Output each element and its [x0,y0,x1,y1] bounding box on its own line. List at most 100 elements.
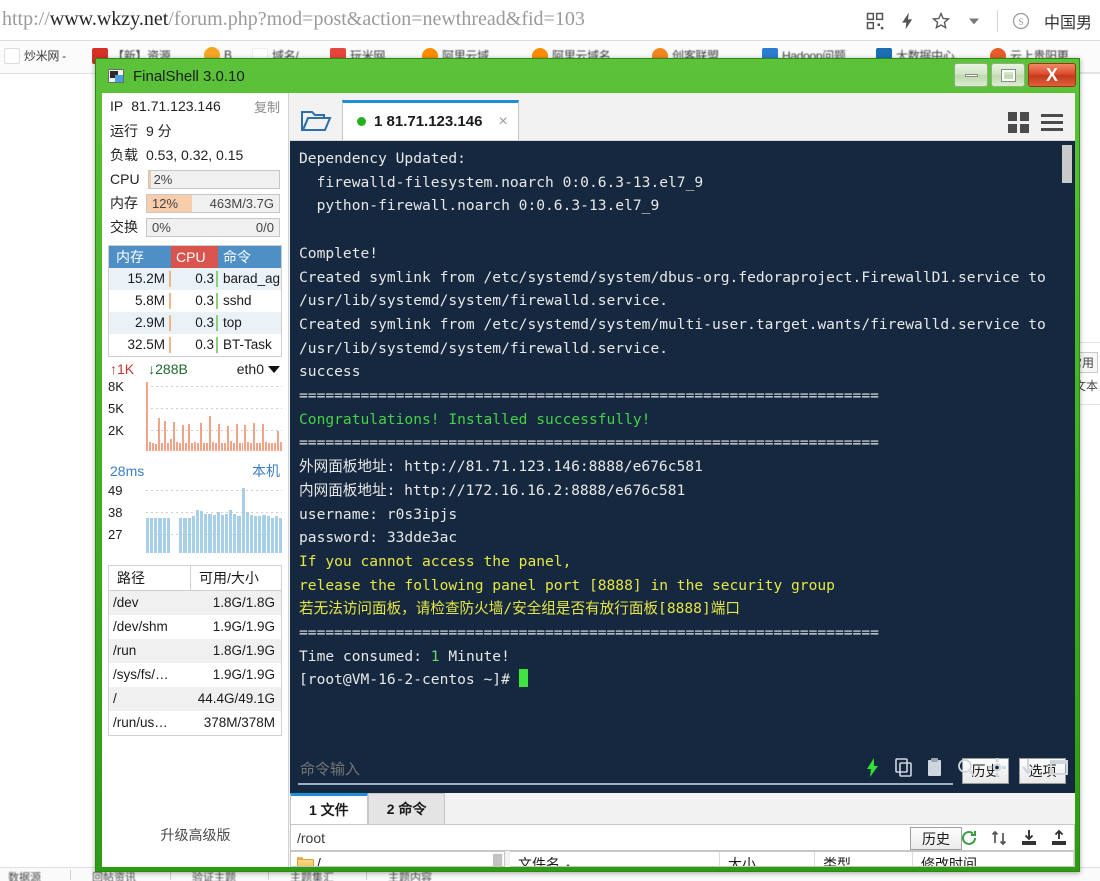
paste-icon[interactable] [925,757,945,778]
disk-table-header: 路径 可用/大小 [109,566,281,591]
cpu-label: CPU [110,171,140,187]
col-memory[interactable]: 内存 [109,246,171,268]
window-title-bar[interactable]: FinalShell 3.0.10 X [96,59,1081,93]
lightning-icon[interactable] [863,757,883,778]
table-row[interactable]: 2.9M 0.3 top [109,312,281,334]
maximize-button[interactable] [991,63,1025,87]
col-type[interactable]: 类型 [815,852,913,867]
gear-icon[interactable] [987,757,1007,778]
table-row[interactable]: /sys/fs/…1.9G/1.9G [109,663,281,687]
file-list[interactable]: 文件名 大小 类型 修改时间 .cache 文件夹 2018/03/15 22:… [510,851,1075,867]
tab-commands[interactable]: 2 命令 [368,793,446,824]
open-folder-button[interactable] [290,100,342,140]
cell-memory: 5.8M [109,290,171,312]
folder-icon [297,857,312,867]
search-icon[interactable] [956,757,976,778]
url-text[interactable]: http://www.wkzy.net/forum.php?mod=post&a… [2,8,585,31]
lat-chart-plot [146,485,282,553]
copy-icon[interactable] [894,757,914,778]
col-command[interactable]: 命令 [218,246,281,268]
refresh-icon[interactable] [960,829,978,847]
finalshell-window: FinalShell 3.0.10 X IP 81.71.123.146 复制 … [95,58,1080,872]
table-row[interactable]: /44.4G/49.1G [109,687,281,711]
col-free-total[interactable]: 可用/大小 [191,566,281,590]
load-label: 负载 [110,145,138,165]
upload-icon[interactable] [1050,829,1068,847]
download-icon[interactable] [1018,757,1038,778]
minimize-icon [965,74,978,77]
terminal-area: 1 81.71.123.146 × Dependency Updated: fi… [290,93,1075,867]
cpu-meter-text: 2% [154,171,173,188]
connected-status-icon [357,117,366,126]
qr-code-icon[interactable] [865,11,885,31]
directory-tree[interactable]: / bin [290,851,505,867]
copy-ip-button[interactable]: 复制 [254,97,280,116]
table-row[interactable]: /dev/shm1.9G/1.9G [109,615,281,639]
latency-host-label[interactable]: 本机 [252,461,280,481]
download-icon[interactable] [1020,829,1038,847]
s-shield-icon[interactable]: S [1011,11,1031,31]
cell-command: BT-Task [218,334,281,356]
col-mtime[interactable]: 修改时间 [913,852,1074,867]
upgrade-link[interactable]: 升级高级版 [102,825,289,845]
table-row[interactable]: 15.2M 0.3 barad_ag [109,268,281,290]
tab-files[interactable]: 1 文件 [290,793,368,824]
ip-row: IP 81.71.123.146 复制 [102,93,288,119]
window-controls: X [954,63,1076,87]
url-scheme: http:// [2,8,50,30]
table-row[interactable]: /run1.8G/1.9G [109,639,281,663]
ip-label: IP [110,98,123,114]
col-cpu[interactable]: CPU [171,246,218,268]
network-chart: 8K 5K 2K [106,379,284,457]
bookmark-item[interactable]: 炒米网 - [4,47,66,64]
file-panel-tabs: 1 文件 2 命令 [290,793,445,824]
net-axis-tick: 5K [108,401,124,416]
memory-label: 内存 [110,193,138,213]
table-row[interactable]: /run/us…378M/378M [109,711,281,735]
uptime-row: 运行 9 分 [102,119,288,143]
minimize-button[interactable] [954,63,988,87]
bookmark-favicon [4,48,20,64]
terminal-output[interactable]: Dependency Updated: firewalld-filesystem… [290,141,1075,793]
col-path[interactable]: 路径 [109,566,191,590]
window-icon[interactable] [1049,757,1069,778]
table-row[interactable]: /dev1.8G/1.8G [109,591,281,615]
url-path: /forum.php?mod=post&action=newthread&fid… [168,8,585,30]
col-size[interactable]: 大小 [720,852,815,867]
table-row[interactable]: 32.5M 0.3 BT-Task [109,334,281,356]
network-interface-select[interactable]: eth0 [237,361,280,377]
chevron-down-icon[interactable] [964,11,984,31]
file-history-button[interactable]: 历史 [910,827,962,850]
scroll-thumb[interactable] [493,854,502,867]
cell-size: 1.9G/1.9G [191,663,281,687]
table-row[interactable]: 5.8M 0.3 sshd [109,290,281,312]
tabstrip-actions [1008,112,1075,140]
swap-label: 交换 [110,217,138,237]
scroll-thumb-top[interactable] [1062,145,1072,183]
file-path-input[interactable]: /root [291,830,325,846]
hamburger-menu-icon[interactable] [1041,114,1063,131]
terminal-text: Dependency Updated: firewalld-filesystem… [299,147,1059,692]
lightning-icon[interactable] [898,11,918,31]
star-icon[interactable] [931,11,951,31]
terminal-tab[interactable]: 1 81.71.123.146 × [342,100,519,140]
sort-icon[interactable] [990,829,1008,847]
file-path-bar: /root 历史 [290,824,1075,851]
browser-url-bar[interactable]: http://www.wkzy.net/forum.php?mod=post&a… [0,0,1100,41]
command-input[interactable] [298,755,953,785]
load-row: 负载 0.53, 0.32, 0.15 [102,143,288,167]
tree-item-root[interactable]: / [291,852,504,867]
net-download-value: 288B [155,361,188,377]
col-filename[interactable]: 文件名 [510,852,720,867]
cell-command: top [218,312,281,334]
tree-item-label: / [317,855,321,867]
process-table: 内存 CPU 命令 15.2M 0.3 barad_ag 5.8M 0.3 ss… [108,245,282,357]
terminal-tabstrip: 1 81.71.123.146 × [290,93,1075,141]
swap-meter: 0% 0/0 [146,218,280,237]
grid-view-icon[interactable] [1008,112,1029,133]
tree-scrollbar[interactable] [494,853,503,865]
terminal-scrollbar[interactable] [1062,145,1072,785]
net-upload-value: 1K [117,361,134,377]
close-tab-icon[interactable]: × [498,113,507,131]
close-button[interactable]: X [1028,63,1076,87]
